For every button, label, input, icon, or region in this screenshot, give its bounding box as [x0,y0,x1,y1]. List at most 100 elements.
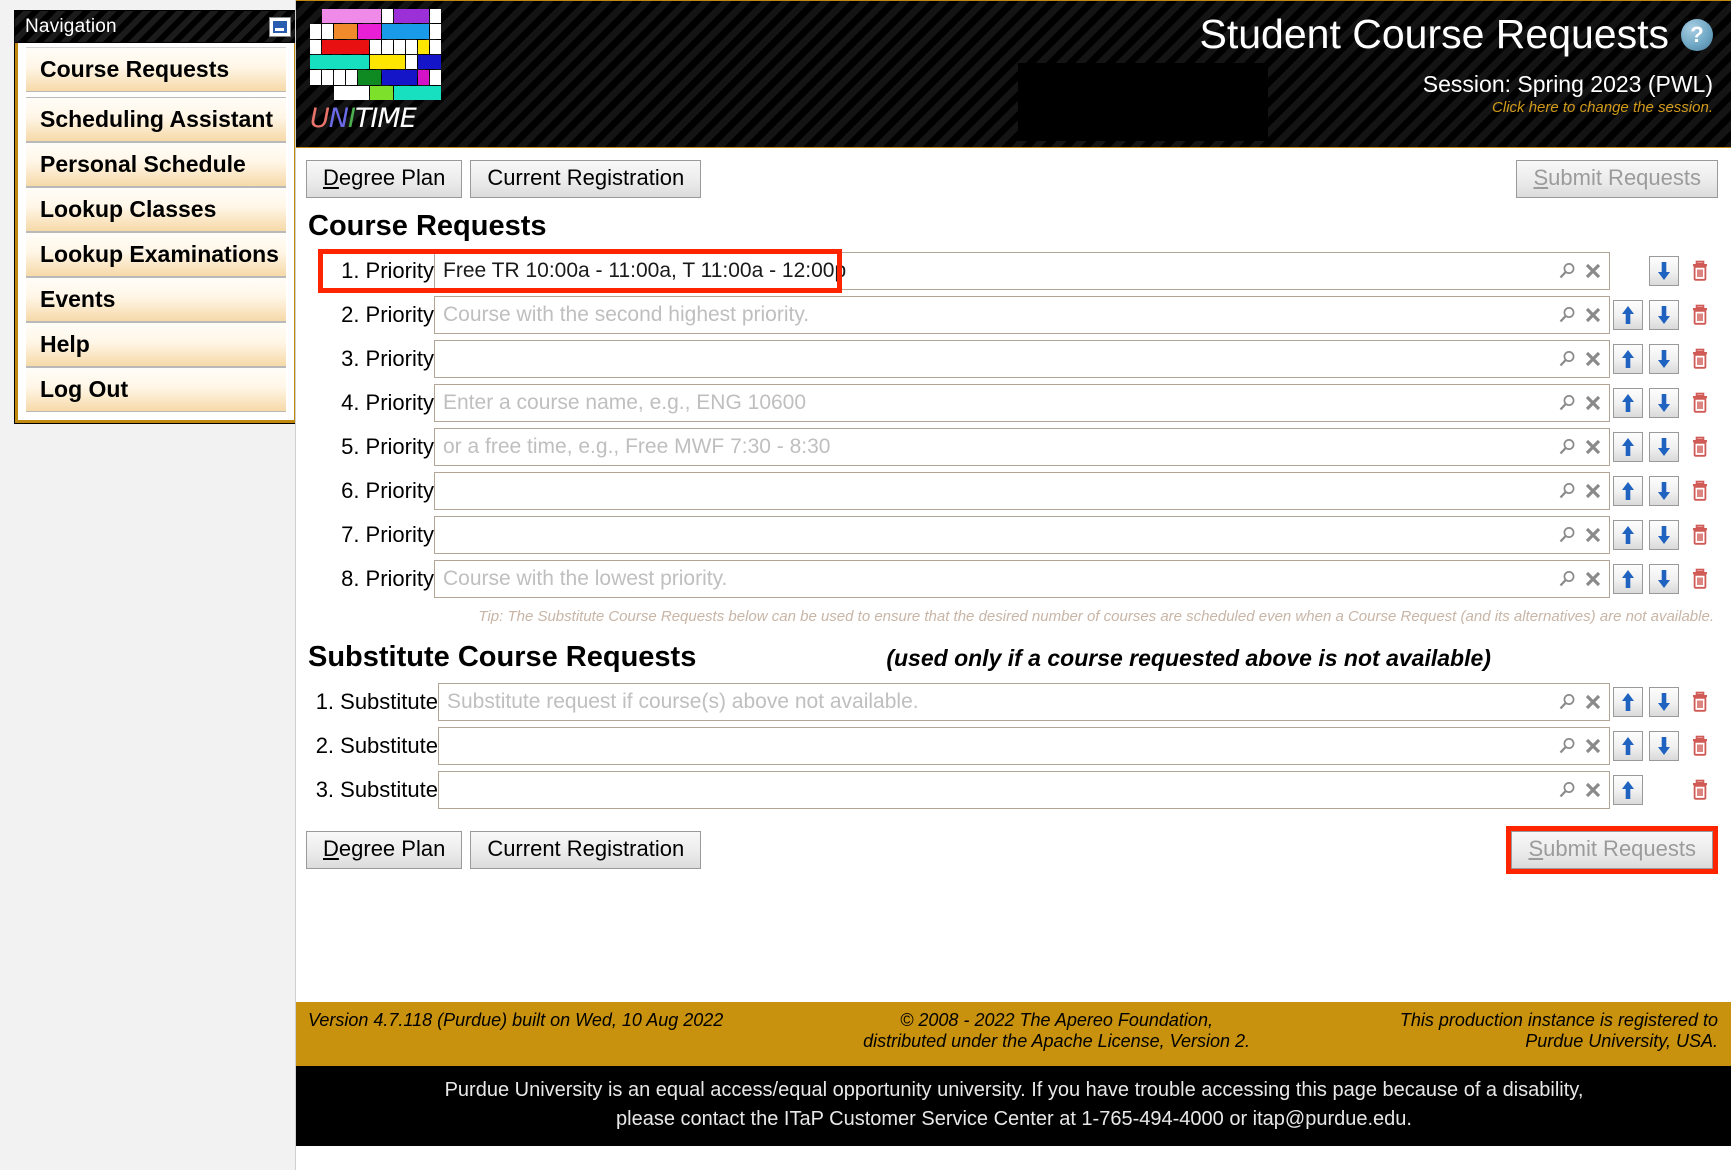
minimize-icon[interactable] [269,16,291,37]
priority-field-cell [434,513,1610,557]
clear-icon[interactable] [1583,393,1603,413]
submit-requests-button-bottom[interactable]: Submit Requests [1511,831,1713,869]
move-up-button[interactable] [1613,564,1643,594]
clear-icon[interactable] [1583,261,1603,281]
move-up-button[interactable] [1613,731,1643,761]
priority-input[interactable] [435,473,1557,509]
priority-input[interactable] [435,297,1557,333]
search-icon[interactable] [1557,261,1577,281]
session-info: Session: Spring 2023 (PWL) Click here to… [1423,71,1713,116]
search-icon[interactable] [1557,780,1577,800]
search-icon[interactable] [1557,393,1577,413]
sidebar-item-log-out[interactable]: Log Out [26,367,286,412]
move-down-button[interactable] [1649,256,1679,286]
substitute-input[interactable] [439,728,1557,764]
move-down-button[interactable] [1649,564,1679,594]
search-icon[interactable] [1557,692,1577,712]
move-down-button[interactable] [1649,344,1679,374]
move-up-button[interactable] [1613,388,1643,418]
search-icon[interactable] [1557,481,1577,501]
search-icon[interactable] [1557,525,1577,545]
arrow-down-icon [1658,526,1670,544]
search-icon[interactable] [1557,349,1577,369]
priority-input[interactable] [435,517,1557,553]
priority-field-cell [434,249,1610,293]
clear-icon[interactable] [1583,569,1603,589]
sidebar-item-course-requests[interactable]: Course Requests [26,47,286,92]
clear-icon[interactable] [1583,525,1603,545]
clear-icon[interactable] [1583,481,1603,501]
sidebar-item-lookup-examinations[interactable]: Lookup Examinations [26,232,286,277]
priority-field-box [434,428,1610,466]
search-icon[interactable] [1557,305,1577,325]
sidebar-item-label: Scheduling Assistant [40,106,274,132]
move-down-button[interactable] [1649,520,1679,550]
delete-button[interactable] [1685,476,1715,506]
move-down-button[interactable] [1649,731,1679,761]
priority-row-label: 5. Priority [341,434,434,459]
search-icon[interactable] [1557,437,1577,457]
priority-field-cell [434,469,1610,513]
main-window: UNITIME Student Course Requests ? Sessio… [295,0,1731,1170]
submit-requests-button-top[interactable]: Submit Requests [1516,160,1718,198]
priority-input[interactable] [435,561,1557,597]
delete-button[interactable] [1685,564,1715,594]
delete-button[interactable] [1685,775,1715,805]
delete-button[interactable] [1685,344,1715,374]
move-down-button[interactable] [1649,388,1679,418]
clear-icon[interactable] [1583,349,1603,369]
delete-button[interactable] [1685,731,1715,761]
search-icon[interactable] [1557,569,1577,589]
priority-input[interactable] [435,341,1557,377]
priority-field-box [434,516,1610,554]
delete-button[interactable] [1685,687,1715,717]
move-down-button[interactable] [1649,300,1679,330]
sidebar-item-personal-schedule[interactable]: Personal Schedule [26,142,286,187]
move-up-button[interactable] [1613,520,1643,550]
delete-button[interactable] [1685,432,1715,462]
delete-cell [1682,724,1718,768]
arrow-down-icon [1658,394,1670,412]
degree-plan-button-bottom[interactable]: Degree Plan [306,831,463,869]
move-down-button[interactable] [1649,687,1679,717]
clear-icon[interactable] [1583,692,1603,712]
substitute-input[interactable] [439,772,1557,808]
table-row: 4. Priority [306,381,1718,425]
move-up-button[interactable] [1613,432,1643,462]
current-registration-button[interactable]: Current Registration [470,160,702,198]
clear-icon[interactable] [1583,305,1603,325]
current-registration-button-bottom[interactable]: Current Registration [470,831,702,869]
trash-icon [1693,524,1707,545]
move-up-button[interactable] [1613,775,1643,805]
clear-icon[interactable] [1583,780,1603,800]
sidebar-item-help[interactable]: Help [26,322,286,367]
priority-input[interactable] [435,253,1557,289]
trash-icon [1693,735,1707,756]
delete-button[interactable] [1685,520,1715,550]
delete-button[interactable] [1685,300,1715,330]
move-down-button[interactable] [1649,432,1679,462]
degree-plan-button[interactable]: Degree Plan [306,160,463,198]
sidebar-item-events[interactable]: Events [26,277,286,322]
priority-input[interactable] [435,429,1557,465]
move-up-button[interactable] [1613,344,1643,374]
help-icon[interactable]: ? [1681,18,1713,51]
substitute-requests-heading: Substitute Course Requests [308,641,697,673]
clear-icon[interactable] [1583,736,1603,756]
change-session-link[interactable]: Click here to change the session. [1423,99,1713,116]
substitute-input[interactable] [439,684,1557,720]
logo-wordmark: UNITIME [310,105,450,132]
delete-button[interactable] [1685,256,1715,286]
move-down-button[interactable] [1649,476,1679,506]
move-up-button[interactable] [1613,687,1643,717]
sidebar-item-scheduling-assistant[interactable]: Scheduling Assistant [26,97,286,142]
trash-icon [1693,260,1707,281]
move-up-button[interactable] [1613,300,1643,330]
delete-cell [1682,680,1718,724]
sidebar-item-lookup-classes[interactable]: Lookup Classes [26,187,286,232]
search-icon[interactable] [1557,736,1577,756]
priority-input[interactable] [435,385,1557,421]
clear-icon[interactable] [1583,437,1603,457]
delete-button[interactable] [1685,388,1715,418]
move-up-button[interactable] [1613,476,1643,506]
